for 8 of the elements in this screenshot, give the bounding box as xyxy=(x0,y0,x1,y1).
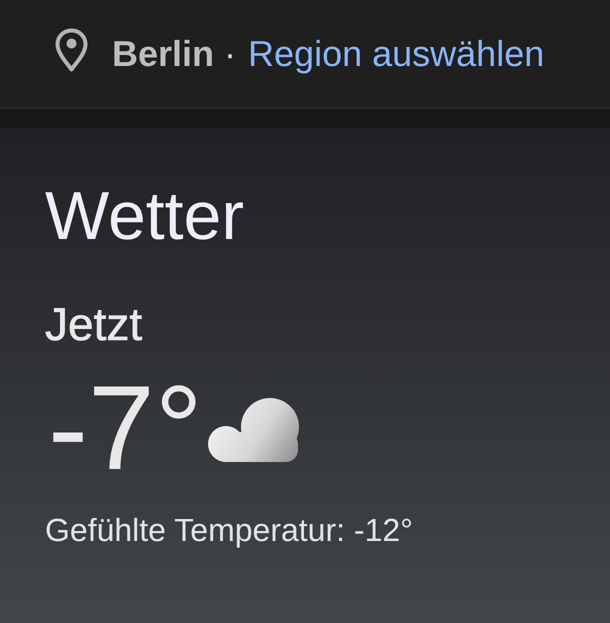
temperature: -7° xyxy=(48,368,203,488)
region-select-link[interactable]: Region auswählen xyxy=(248,36,544,72)
city-name: Berlin xyxy=(112,36,214,72)
period-label: Jetzt xyxy=(45,301,144,347)
card-title: Wetter xyxy=(45,182,246,250)
location-pin-icon xyxy=(55,28,88,72)
feels-like-text: Gefühlte Temperatur: -12° xyxy=(45,514,414,546)
separator: · xyxy=(224,36,236,72)
